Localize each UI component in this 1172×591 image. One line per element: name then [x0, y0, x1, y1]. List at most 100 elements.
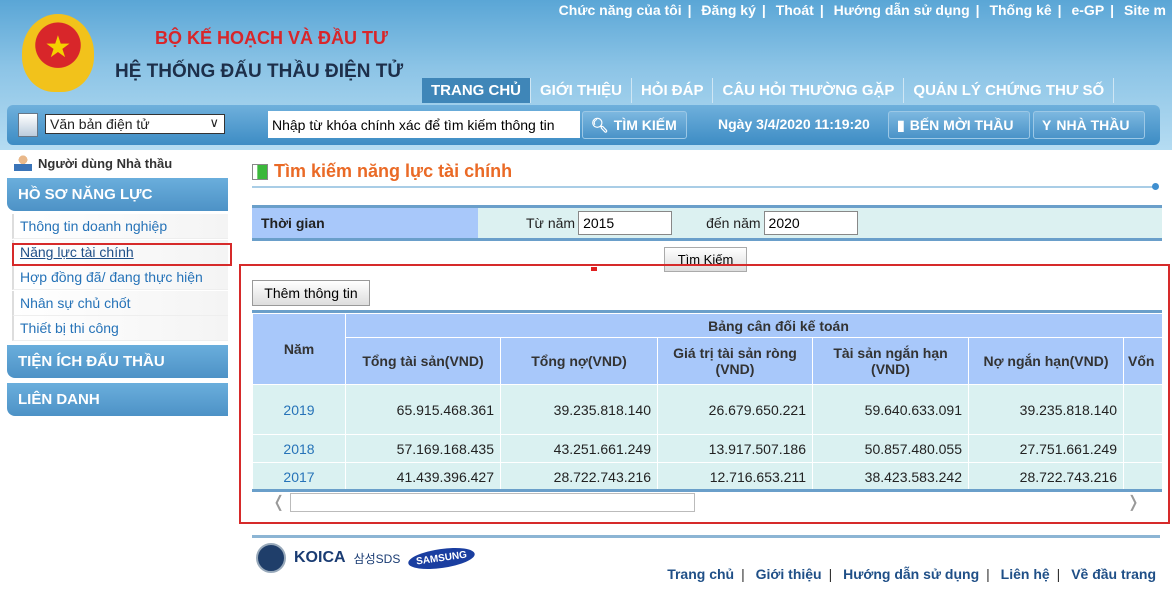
search-button[interactable]: 🔍︎ TÌM KIẾM — [582, 111, 687, 139]
table-row: 2017 41.439.396.427 28.722.743.216 12.71… — [252, 462, 1162, 489]
sidebar-section-utilities[interactable]: TIỆN ÍCH ĐẤU THẦU — [7, 345, 228, 378]
select-value: Văn bản điện tử — [50, 116, 150, 132]
scroll-thumb[interactable] — [290, 493, 695, 512]
table-row: 2018 57.169.168.435 43.251.661.249 13.91… — [252, 434, 1162, 463]
bid-invitation-button[interactable]: ▮ BẾN MỜI THẦU — [888, 111, 1030, 139]
sidebar-item-equipment[interactable]: Thiết bị thi công — [12, 316, 228, 341]
cell: 28.722.743.216 — [968, 462, 1124, 489]
footer-link-top[interactable]: Về đầu trang — [1071, 566, 1156, 582]
chevron-down-icon: ∨ — [209, 115, 219, 130]
financial-table-wrapper: Năm Bảng cân đối kế toán Tổng tài sản(VN… — [252, 310, 1162, 492]
top-links: Chức năng của tôi | Đăng ký | Thoát | Hướng… — [553, 2, 1172, 18]
page-title: Tìm kiếm năng lực tài chính — [252, 161, 512, 182]
contractor-icon: Y — [1042, 117, 1052, 133]
scroll-left-icon[interactable]: ❬ — [272, 492, 285, 512]
nav-faq[interactable]: CÂU HỎI THƯỜNG GẶP — [713, 78, 905, 103]
sidebar-section-joint-venture[interactable]: LIÊN DANH — [7, 383, 228, 416]
col-capital: Vốn — [1123, 337, 1162, 385]
top-link-egp[interactable]: e-GP — [1065, 2, 1110, 18]
sidebar-item-key-personnel[interactable]: Nhân sự chủ chốt — [12, 291, 228, 316]
financial-table: Năm Bảng cân đối kế toán Tổng tài sản(VN… — [252, 313, 1162, 489]
search-icon: 🔍︎ — [591, 116, 609, 133]
year-link[interactable]: 2017 — [252, 462, 346, 489]
time-filter: Thời gian Từ năm đến năm — [252, 205, 1162, 241]
cell: 38.423.583.242 — [812, 462, 969, 489]
nav-certificates[interactable]: QUẢN LÝ CHỨNG THƯ SỐ — [904, 78, 1115, 103]
main-nav: TRANG CHỦ GIỚI THIỆU HỎI ĐÁP CÂU HỎI THƯ… — [422, 78, 1115, 103]
balance-sheet-header: Bảng cân đối kế toán — [345, 313, 1162, 338]
page-title-text: Tìm kiếm năng lực tài chính — [274, 161, 513, 181]
top-link-guide[interactable]: Hướng dẫn sử dụng — [828, 2, 976, 18]
cell: 43.251.661.249 — [500, 434, 658, 463]
footer-link-about[interactable]: Giới thiệu — [756, 566, 822, 582]
top-link-stats[interactable]: Thống kê — [983, 2, 1057, 18]
year-link[interactable]: 2019 — [252, 384, 346, 435]
document-type-select[interactable]: Văn bản điện tử ∨ — [45, 114, 225, 134]
user-icon — [14, 155, 32, 171]
cell: 50.857.480.055 — [812, 434, 969, 463]
red-marker — [591, 267, 597, 271]
to-year-input[interactable] — [763, 211, 858, 235]
nav-home[interactable]: TRANG CHỦ — [422, 78, 531, 103]
samsung-logo: SAMSUNG — [407, 543, 477, 573]
col-net-worth: Giá trị tài sản ròng (VND) — [657, 337, 813, 385]
cell: 27.751.661.249 — [968, 434, 1124, 463]
sidebar-section-profile[interactable]: HỒ SƠ NĂNG LỰC — [7, 178, 228, 211]
user-role: Người dùng Nhà thầu — [38, 155, 173, 171]
nav-about[interactable]: GIỚI THIỆU — [531, 78, 632, 103]
koica-logo: KOICA — [294, 549, 346, 566]
filter-label: Thời gian — [252, 208, 478, 238]
horizontal-scrollbar[interactable]: ❬ ❭ — [252, 492, 1162, 514]
cell: 41.439.396.427 — [345, 462, 501, 489]
system-name: HỆ THỐNG ĐẤU THẦU ĐIỆN TỬ — [115, 61, 404, 82]
search-button-label: TÌM KIẾM — [613, 117, 677, 133]
footer-link-home[interactable]: Trang chủ — [667, 566, 734, 582]
contractor-label: NHÀ THẦU — [1056, 117, 1130, 133]
col-current-assets: Tài sản ngắn hạn (VND) — [812, 337, 969, 385]
document-icon — [18, 113, 38, 137]
top-link-sitemap[interactable]: Site m — [1118, 2, 1172, 18]
partner-logos: KOICA 삼성SDS SAMSUNG — [256, 543, 477, 573]
col-total-liabilities: Tổng nợ(VND) — [500, 337, 658, 385]
cell: 39.235.818.140 — [968, 384, 1124, 435]
top-link-logout[interactable]: Thoát — [770, 2, 820, 18]
footer-links: Trang chủ | Giới thiệu | Hướng dẫn sử dụng… — [667, 566, 1156, 582]
search-input[interactable] — [268, 111, 580, 138]
year-header: Năm — [252, 313, 346, 385]
col-current-liabilities: Nợ ngắn hạn(VND) — [968, 337, 1124, 385]
current-date: Ngày 3/4/2020 11:19:20 — [718, 116, 870, 132]
cell: 59.640.633.091 — [812, 384, 969, 435]
to-year-label: đến năm — [706, 215, 761, 231]
bid-invitation-label: BẾN MỜI THẦU — [909, 117, 1014, 133]
ministry-name: BỘ KẾ HOẠCH VÀ ĐẦU TƯ — [155, 28, 388, 48]
footer-divider — [252, 535, 1160, 538]
footer-link-guide[interactable]: Hướng dẫn sử dụng — [843, 566, 979, 582]
cell — [1123, 384, 1162, 435]
nav-qa[interactable]: HỎI ĐÁP — [632, 78, 714, 103]
sidebar-item-company-info[interactable]: Thông tin doanh nghiệp — [12, 214, 228, 239]
national-emblem-logo[interactable]: ★ — [22, 14, 94, 92]
contractor-button[interactable]: Y NHÀ THẦU — [1033, 111, 1145, 139]
cell: 28.722.743.216 — [500, 462, 658, 489]
from-year-input[interactable] — [578, 211, 673, 235]
cell: 39.235.818.140 — [500, 384, 658, 435]
footer-link-contact[interactable]: Liên hệ — [1001, 566, 1050, 582]
col-total-assets: Tổng tài sản(VND) — [345, 337, 501, 385]
mpi-logo — [256, 543, 286, 573]
arrow-icon — [252, 163, 268, 180]
samsung-sds-logo: 삼성SDS — [353, 551, 401, 566]
year-link[interactable]: 2018 — [252, 434, 346, 463]
cell: 26.679.650.221 — [657, 384, 813, 435]
sidebar-item-contracts[interactable]: Hợp đồng đã/ đang thực hiện — [12, 265, 228, 290]
table-row: 2019 65.915.468.361 39.235.818.140 26.67… — [252, 384, 1162, 435]
highlight-box — [12, 243, 232, 266]
top-link-my-functions[interactable]: Chức năng của tôi — [553, 2, 688, 18]
top-link-register[interactable]: Đăng ký — [695, 2, 761, 18]
add-info-button[interactable]: Thêm thông tin — [252, 280, 370, 306]
user-info: Người dùng Nhà thầu — [14, 155, 172, 171]
cell: 13.917.507.186 — [657, 434, 813, 463]
book-icon: ▮ — [897, 116, 905, 133]
scroll-right-icon[interactable]: ❭ — [1127, 492, 1140, 512]
cell — [1123, 462, 1162, 489]
cell — [1123, 434, 1162, 463]
